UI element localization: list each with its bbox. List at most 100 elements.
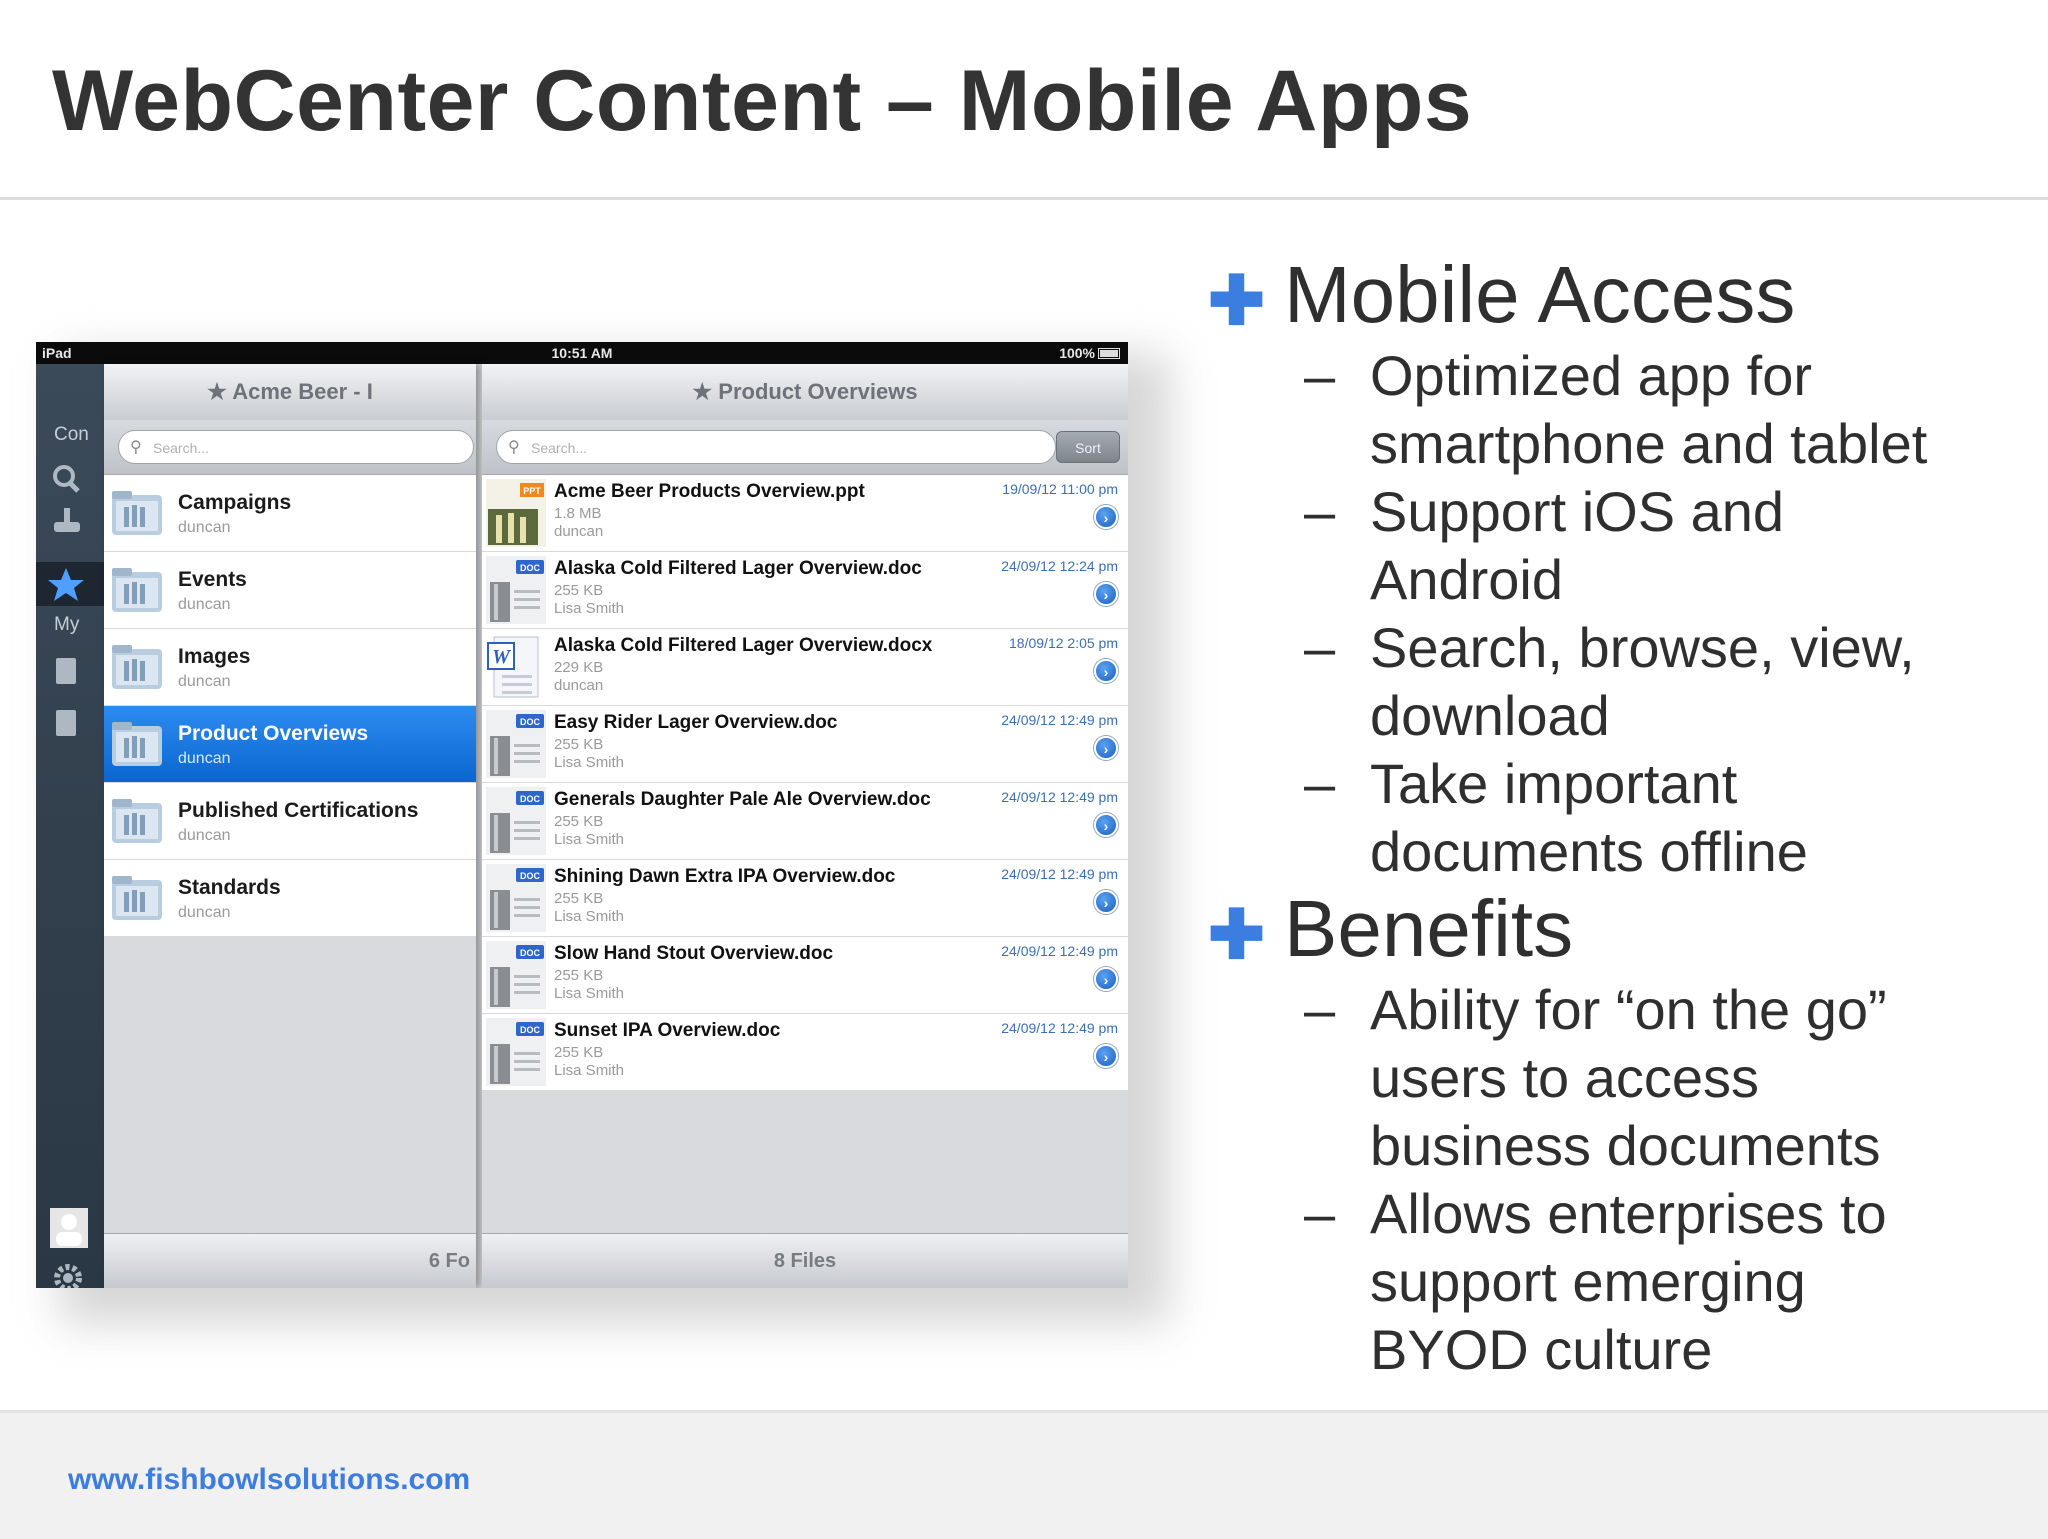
folder-search-bar: ⚲ Search... xyxy=(104,420,476,475)
folder-icon-wrap xyxy=(110,489,164,537)
folder-name: Published Certifications xyxy=(178,799,419,822)
folder-row[interactable]: Published Certifications duncan xyxy=(104,783,476,860)
sub-bullet-line: download xyxy=(1370,684,1610,747)
folder-row[interactable]: Events duncan xyxy=(104,552,476,629)
folder-icon-wrap xyxy=(110,797,164,845)
sub-bullet-line: Optimized app for xyxy=(1370,344,1812,407)
sub-bullet-line: business documents xyxy=(1370,1114,1881,1177)
sub-bullet-line: BYOD culture xyxy=(1370,1318,1713,1381)
sub-bullet-line: Support iOS and xyxy=(1370,480,1785,543)
folder-icon-wrap xyxy=(110,720,164,768)
folder-count: 6 Fo xyxy=(428,1250,470,1272)
folder-search-input[interactable]: ⚲ Search... xyxy=(118,430,474,464)
file-date: 24/09/12 12:49 pm xyxy=(1001,712,1118,728)
footer-url[interactable]: www.fishbowlsolutions.com xyxy=(68,1463,470,1497)
file-row[interactable]: DOC Generals Daughter Pale Ale Overview.d… xyxy=(482,783,1128,860)
bullet-heading: ✚ Mobile Access xyxy=(1200,252,2020,340)
file-count: 8 Files xyxy=(773,1250,837,1272)
file-row[interactable]: W Alaska Cold Filtered Lager Overview.doc… xyxy=(482,629,1128,706)
file-row[interactable]: DOC Easy Rider Lager Overview.doc 255 KB Li… xyxy=(482,706,1128,783)
folder-pane: ★ Acme Beer - I ⚲ Search... Campaigns dun… xyxy=(104,364,476,1288)
file-pane-navbar: ★ Product Overviews xyxy=(482,364,1128,421)
file-size: 255 KB xyxy=(554,890,604,907)
file-thumbnail: DOC xyxy=(486,787,546,855)
file-search-bar: ⚲ Search... Sort xyxy=(482,420,1128,475)
folder-owner: duncan xyxy=(178,904,231,921)
file-search-input[interactable]: ⚲ Search... xyxy=(496,430,1056,464)
rail-settings-button[interactable] xyxy=(36,1262,104,1288)
file-name: Slow Hand Stout Overview.doc xyxy=(554,943,834,964)
file-row[interactable]: DOC Sunset IPA Overview.doc 255 KB Lisa Smi… xyxy=(482,1014,1128,1091)
file-name: Generals Daughter Pale Ale Overview.doc xyxy=(554,789,931,810)
file-name: Alaska Cold Filtered Lager Overview.docx xyxy=(554,635,933,656)
user-icon xyxy=(50,1208,88,1248)
sub-bullet-line: smartphone and tablet xyxy=(1370,412,1928,475)
doc-thumbnail-icon: DOC xyxy=(486,787,546,855)
folder-pane-navbar: ★ Acme Beer - I xyxy=(104,364,476,421)
file-badge: DOC xyxy=(520,563,541,573)
disclosure-icon[interactable]: › xyxy=(1094,659,1118,683)
battery-icon xyxy=(1098,348,1120,359)
rail-profile-button[interactable] xyxy=(36,1206,104,1257)
folder-icon xyxy=(112,645,162,689)
disclosure-icon[interactable]: › xyxy=(1094,813,1118,837)
file-date: 19/09/12 11:00 pm xyxy=(1002,481,1118,497)
disclosure-icon[interactable]: › xyxy=(1094,967,1118,991)
disclosure-icon[interactable]: › xyxy=(1094,736,1118,760)
file-thumbnail: DOC xyxy=(486,864,546,932)
battery-level: 100% xyxy=(1059,345,1095,361)
ipad-screenshot: iPad 10:51 AM 100% Con My ★ Acme Beer - … xyxy=(36,342,1128,1288)
file-name: Easy Rider Lager Overview.doc xyxy=(554,712,838,733)
plus-bullet-icon: ✚ xyxy=(1208,263,1265,339)
folder-owner: duncan xyxy=(178,827,231,844)
file-badge: DOC xyxy=(520,948,541,958)
file-date: 24/09/12 12:49 pm xyxy=(1001,789,1118,805)
sort-button[interactable]: Sort xyxy=(1056,431,1120,463)
file-size: 229 KB xyxy=(554,659,604,676)
file-search-placeholder: Search... xyxy=(531,440,588,456)
disclosure-icon[interactable]: › xyxy=(1094,582,1118,606)
file-size: 255 KB xyxy=(554,1044,604,1061)
file-pane: ★ Product Overviews ⚲ Search... Sort PPT… xyxy=(482,364,1128,1288)
folder-row[interactable]: Campaigns duncan xyxy=(104,475,476,552)
rail-document-button-2[interactable] xyxy=(36,706,104,749)
folder-icon-wrap xyxy=(110,874,164,922)
file-badge: DOC xyxy=(520,871,541,881)
disclosure-icon[interactable]: › xyxy=(1094,505,1118,529)
folder-row[interactable]: Images duncan xyxy=(104,629,476,706)
folder-icon-wrap xyxy=(110,643,164,691)
file-row[interactable]: DOC Alaska Cold Filtered Lager Overview.d… xyxy=(482,552,1128,629)
file-thumbnail: DOC xyxy=(486,941,546,1009)
rail-label-my: My xyxy=(54,614,80,635)
file-owner: duncan xyxy=(554,677,604,694)
disclosure-icon[interactable]: › xyxy=(1094,890,1118,914)
file-owner: Lisa Smith xyxy=(554,985,625,1002)
file-row[interactable]: PPT Acme Beer Products Overview.ppt 1.8 MB… xyxy=(482,475,1128,552)
folder-name: Events xyxy=(178,568,247,591)
file-row[interactable]: DOC Slow Hand Stout Overview.doc 255 KB Lis… xyxy=(482,937,1128,1014)
doc-thumbnail-icon: DOC xyxy=(486,1018,546,1086)
file-row[interactable]: DOC Shining Dawn Extra IPA Overview.doc 25… xyxy=(482,860,1128,937)
disclosure-icon[interactable]: › xyxy=(1094,1044,1118,1068)
rail-search-button[interactable] xyxy=(36,460,104,503)
folder-name: Product Overviews xyxy=(178,722,369,745)
folder-row[interactable]: Product Overviews duncan xyxy=(104,706,476,783)
file-size: 255 KB xyxy=(554,813,604,830)
word-document-icon: W xyxy=(487,636,539,698)
file-owner: Lisa Smith xyxy=(554,831,625,848)
download-tray-icon xyxy=(54,508,80,532)
sub-bullet-line: Ability for “on the go” xyxy=(1370,978,1887,1041)
title-divider xyxy=(0,197,2048,200)
rail-download-button[interactable] xyxy=(36,504,104,547)
status-time: 10:51 AM xyxy=(551,345,613,361)
file-size: 1.8 MB xyxy=(554,505,602,522)
folder-row[interactable]: Standards duncan xyxy=(104,860,476,937)
rail-document-button-1[interactable] xyxy=(36,654,104,697)
folder-owner: duncan xyxy=(178,519,231,536)
file-name: Shining Dawn Extra IPA Overview.doc xyxy=(554,866,896,887)
ppt-thumbnail-icon: PPT xyxy=(486,479,546,547)
file-thumbnail: DOC xyxy=(486,556,546,624)
battery-indicator: 100% xyxy=(1059,345,1120,361)
rail-favorites-selected[interactable] xyxy=(36,562,104,606)
file-badge: DOC xyxy=(520,1025,541,1035)
